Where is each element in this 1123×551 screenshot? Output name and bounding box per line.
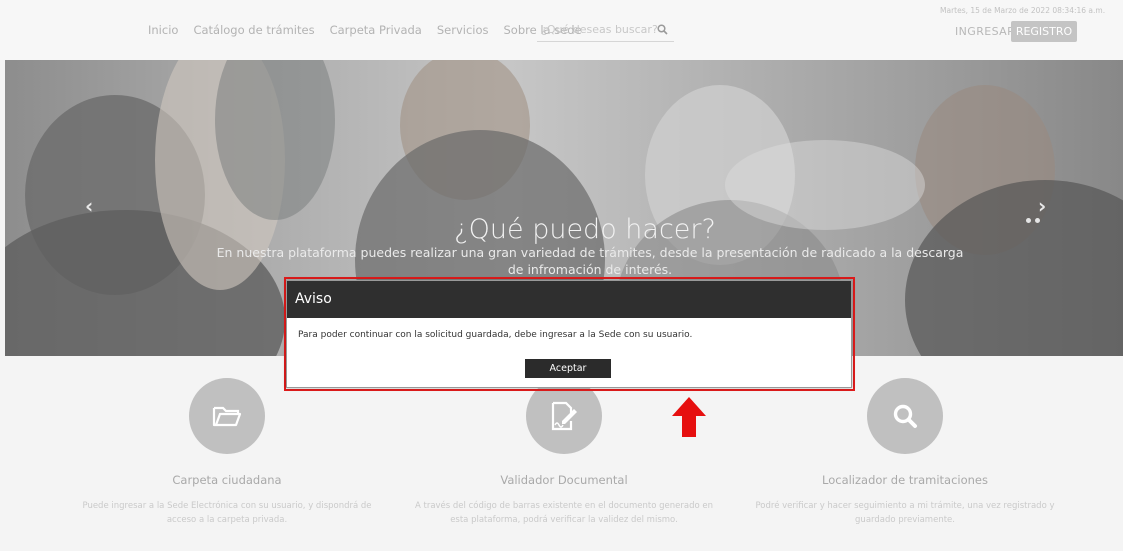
page-overlay	[0, 0, 1123, 551]
arrow-up-icon	[672, 397, 706, 437]
aviso-dialog: Aviso Para poder continuar con la solici…	[286, 280, 852, 388]
dialog-message: Para poder continuar con la solicitud gu…	[298, 330, 693, 340]
accept-button[interactable]: Aceptar	[525, 359, 611, 378]
dialog-title: Aviso	[287, 281, 851, 318]
